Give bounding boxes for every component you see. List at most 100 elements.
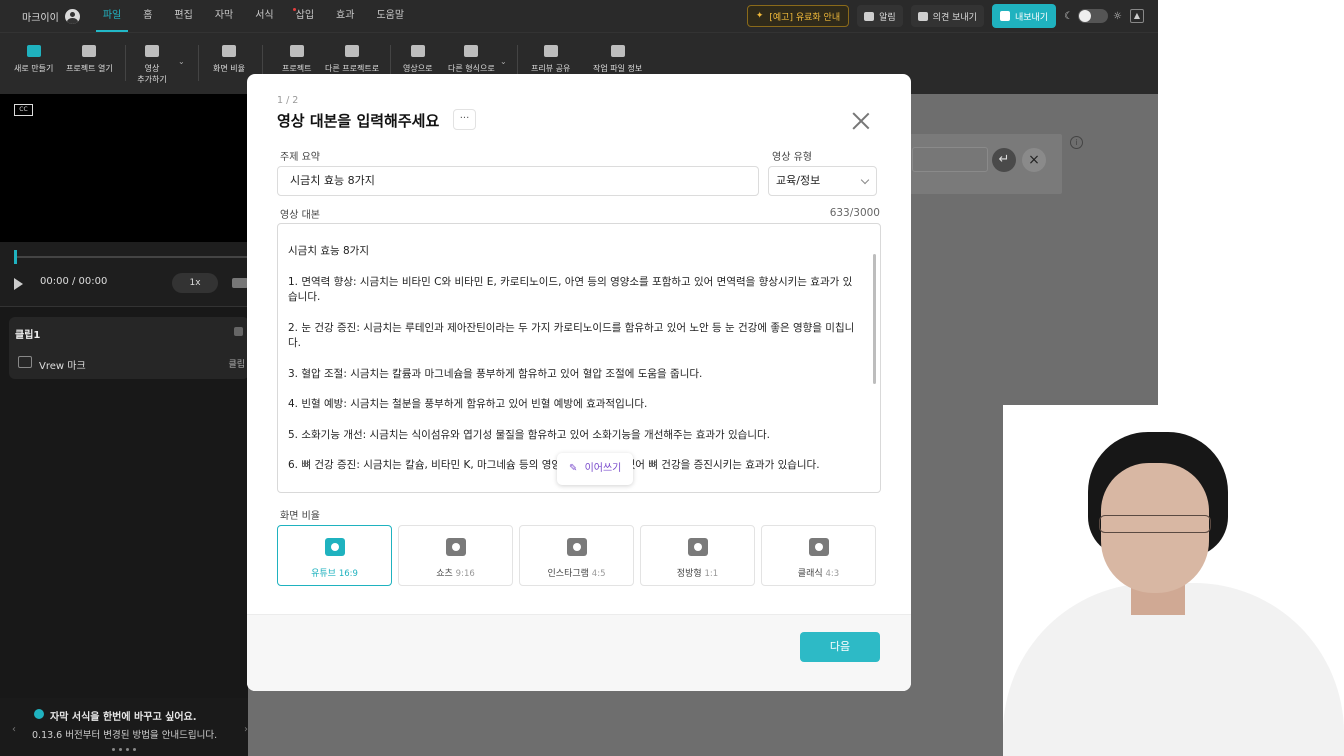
new-project-label: 새로 만들기 bbox=[14, 64, 54, 73]
speed-button[interactable]: 1x bbox=[172, 273, 218, 293]
other-project-button[interactable]: 다른 프로젝트로 bbox=[325, 45, 379, 74]
feedback-label: 의견 보내기 bbox=[932, 12, 977, 23]
export-video-button[interactable]: 영상으로 bbox=[403, 45, 432, 74]
open-project-button[interactable]: 프로젝트 열기 bbox=[66, 45, 113, 74]
cc-icon[interactable]: CC bbox=[14, 104, 33, 116]
ratio-youtube[interactable]: 유튜브 16:9 bbox=[277, 525, 392, 586]
webcam-overlay bbox=[1003, 405, 1344, 756]
mail-icon bbox=[917, 11, 928, 21]
info-icon[interactable]: i bbox=[1070, 136, 1083, 149]
clip-title: 클립1 bbox=[15, 330, 41, 341]
export-project-button[interactable]: 프로젝트 bbox=[282, 45, 311, 74]
instagram-icon bbox=[567, 538, 587, 556]
add-video-button[interactable]: 영상 추가하기 bbox=[137, 45, 167, 85]
download-icon bbox=[289, 45, 304, 57]
menu-file[interactable]: 파일 bbox=[92, 0, 132, 32]
video-preview[interactable]: CC bbox=[0, 94, 248, 242]
modal-title: 영상 대본을 입력해주세요 bbox=[277, 112, 440, 130]
alarm-button[interactable]: 알림 bbox=[857, 5, 903, 27]
script-textarea[interactable]: 시금치 효능 8가지 1. 면역력 향상: 시금치는 비타민 C와 비타민 E,… bbox=[277, 223, 881, 493]
scrollbar[interactable] bbox=[873, 254, 876, 384]
enter-icon[interactable]: ↵ bbox=[992, 148, 1016, 172]
script-text: 시금치 효능 8가지 1. 면역력 향상: 시금치는 비타민 C와 비타민 E,… bbox=[288, 244, 860, 489]
feedback-button[interactable]: 의견 보내기 bbox=[910, 5, 984, 27]
clip-card[interactable]: 클립1 Vrew 마크 클립 bbox=[9, 317, 249, 379]
menu-subtitle[interactable]: 자막 bbox=[204, 0, 244, 32]
file-info-button[interactable]: 작업 파일 정보 bbox=[593, 45, 642, 74]
script-line: 시금치 효능 8가지 bbox=[288, 245, 369, 257]
sparkle-icon: ✦ bbox=[755, 11, 764, 21]
file-info-icon bbox=[610, 45, 625, 57]
seek-track[interactable] bbox=[14, 256, 248, 258]
ratio-classic[interactable]: 클래식 4:3 bbox=[761, 525, 876, 586]
export-button[interactable]: 내보내기 bbox=[991, 4, 1057, 28]
script-line: 1. 면역력 향상: 시금치는 비타민 C와 비타민 E, 카로티노이드, 아연… bbox=[288, 275, 853, 304]
search-input[interactable] bbox=[912, 147, 988, 172]
script-modal: 1 / 2 영상 대본을 입력해주세요 ··· 주제 요약 시금치 효능 8가지… bbox=[247, 74, 911, 691]
preview-share-button[interactable]: 프리뷰 공유 bbox=[531, 45, 570, 74]
more-button[interactable]: ··· bbox=[453, 109, 476, 130]
clip-menu-icon[interactable] bbox=[234, 327, 243, 336]
notice-button[interactable]: ✦ [예고] 유료화 안내 bbox=[746, 5, 850, 27]
chevron-down-icon[interactable]: ⌄ bbox=[178, 57, 185, 66]
open-project-icon bbox=[82, 45, 97, 57]
chevron-down-icon[interactable]: ⌄ bbox=[500, 57, 507, 66]
script-line: 2. 눈 건강 증진: 시금치는 루테인과 제아잔틴이라는 두 가지 카로티노이… bbox=[288, 321, 855, 350]
ratio-label-text: 유튜브 16:9 bbox=[278, 566, 391, 579]
menu-format[interactable]: 서식 bbox=[244, 0, 284, 32]
theme-toggle[interactable] bbox=[1078, 9, 1109, 23]
aspect-ratio-icon bbox=[221, 45, 236, 57]
clip-row-right: 클립 bbox=[228, 360, 245, 370]
player-controls: 00:00 / 00:00 1x bbox=[0, 242, 248, 306]
modal-footer: 다음 bbox=[247, 614, 911, 691]
menu-effect[interactable]: 효과 bbox=[325, 0, 365, 32]
aspect-ratio-label: 화면 비율 bbox=[213, 64, 245, 73]
topic-input[interactable]: 시금치 효능 8가지 bbox=[277, 166, 759, 196]
ratio-label-text: 클래식 4:3 bbox=[762, 566, 875, 579]
tip-banner[interactable]: ‹ 자막 서식을 한번에 바꾸고 싶어요. 0.13.6 버전부터 변경된 방법… bbox=[0, 698, 262, 756]
time-display: 00:00 / 00:00 bbox=[40, 276, 108, 287]
avatar[interactable] bbox=[64, 8, 80, 24]
ratio-instagram[interactable]: 인스타그램 4:5 bbox=[519, 525, 634, 586]
play-icon[interactable] bbox=[14, 278, 23, 290]
tip-title: 자막 서식을 한번에 바꾸고 싶어요. bbox=[50, 712, 197, 723]
volume-icon[interactable] bbox=[232, 278, 248, 288]
continue-writing-button[interactable]: ✎ 이어쓰기 bbox=[557, 453, 634, 485]
collapse-icon[interactable]: ▲ bbox=[1130, 9, 1144, 23]
other-format-icon bbox=[464, 45, 479, 57]
ratio-options: 유튜브 16:9 쇼츠 9:16 인스타그램 4:5 정방형 1:1 클래식 4… bbox=[277, 525, 876, 586]
new-project-button[interactable]: 새로 만들기 bbox=[14, 45, 53, 74]
seek-handle[interactable] bbox=[14, 250, 17, 264]
ratio-value: 16:9 bbox=[338, 569, 358, 579]
close-icon[interactable] bbox=[850, 110, 872, 132]
menu-help[interactable]: 도움말 bbox=[365, 0, 415, 32]
close-icon[interactable]: × bbox=[1022, 148, 1046, 172]
youtube-icon bbox=[325, 538, 345, 556]
other-project-label: 다른 프로젝트로 bbox=[325, 64, 380, 73]
video-type-label: 영상 유형 bbox=[772, 152, 812, 163]
video-type-value: 교육/정보 bbox=[776, 174, 821, 187]
export-icon bbox=[999, 11, 1010, 21]
menu-insert-label: 삽입 bbox=[295, 10, 315, 21]
char-counter: 633/3000 bbox=[829, 207, 880, 219]
menu-home[interactable]: 홈 bbox=[132, 0, 163, 32]
other-format-button[interactable]: 다른 형식으로 bbox=[448, 45, 495, 74]
video-type-select[interactable]: 교육/정보 bbox=[768, 166, 877, 196]
tip-subtitle: 0.13.6 버전부터 변경된 방법을 안내드립니다. bbox=[32, 730, 218, 741]
ratio-square[interactable]: 정방형 1:1 bbox=[640, 525, 755, 586]
add-video-icon bbox=[145, 45, 159, 57]
list-icon bbox=[18, 356, 32, 368]
profile[interactable]: 마크이이 bbox=[0, 8, 92, 24]
ratio-shorts[interactable]: 쇼츠 9:16 bbox=[398, 525, 513, 586]
ratio-value: 4:5 bbox=[591, 569, 606, 579]
chevron-left-icon[interactable]: ‹ bbox=[12, 724, 16, 735]
menu-insert[interactable]: 삽입 bbox=[285, 0, 325, 32]
ratio-name: 정방형 bbox=[676, 569, 702, 579]
clip-panel: 클립1 Vrew 마크 클립 bbox=[0, 306, 249, 756]
next-button[interactable]: 다음 bbox=[800, 632, 880, 662]
export-video-icon bbox=[410, 45, 425, 57]
preview-share-label: 프리뷰 공유 bbox=[531, 64, 571, 73]
menu-edit[interactable]: 편집 bbox=[163, 0, 203, 32]
aspect-ratio-button[interactable]: 화면 비율 bbox=[213, 45, 245, 74]
clip-row-label: Vrew 마크 bbox=[39, 361, 86, 372]
